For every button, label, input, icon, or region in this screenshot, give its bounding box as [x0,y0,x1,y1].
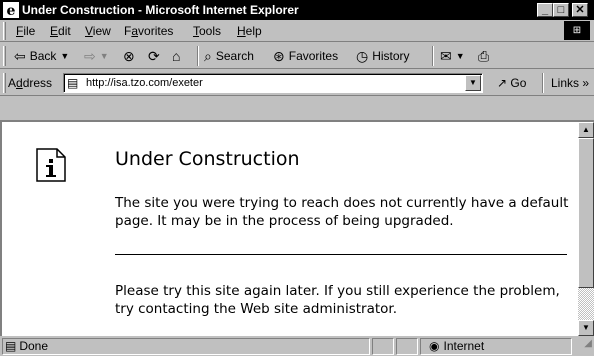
scroll-thumb[interactable] [578,138,594,288]
page-message: The site you were trying to reach does n… [115,195,569,229]
search-label: Search [215,49,254,63]
refresh-button[interactable]: ⟳ [148,47,164,65]
menu-file[interactable]: File [16,24,35,38]
status-text-pane: ▤ Done [2,338,370,355]
mail-button[interactable]: ✉ ▼ [440,47,465,65]
vertical-scrollbar[interactable]: ▲ ▼ [578,122,594,336]
browser-window: e Under Construction - Microsoft Interne… [0,0,594,356]
menubar-grip[interactable] [3,22,6,40]
go-label: Go [510,76,527,90]
favorites-button[interactable]: ⊛ Favorites [273,47,338,65]
menu-help[interactable]: Help [237,24,262,38]
status-pane-lock [396,338,418,355]
toolbar-separator [542,73,544,93]
svg-text:e: e [7,3,16,18]
status-zone: Internet [443,339,485,353]
stop-icon: ⊗ [123,48,135,64]
go-button[interactable]: ↗ Go [497,76,526,90]
back-label: Back [29,49,57,63]
scroll-down-button[interactable]: ▼ [578,320,594,336]
print-button[interactable]: ⎙ [478,47,493,65]
status-bar: ▤ Done ◉ Internet ◢ [0,336,594,356]
title-bar[interactable]: e Under Construction - Microsoft Interne… [0,0,594,20]
info-document-icon [36,148,66,182]
minimize-button[interactable]: _ [537,3,553,17]
home-icon: ⌂ [172,48,181,64]
toolbar-grip[interactable] [3,46,6,66]
standard-toolbar: ⇦ Back ▼ ⇨ ▼ ⊗ ⟳ ⌂ ⌕ Search ⊛ Favorites … [0,43,594,69]
page-status-icon: ▤ [5,339,17,353]
search-icon: ⌕ [204,48,212,64]
address-label: Address [8,76,53,90]
close-button[interactable]: ✕ [572,3,588,17]
toolbar-separator [432,46,434,66]
back-arrow-icon: ⇦ [14,48,26,64]
links-button[interactable]: Links » [551,76,589,90]
status-text: Done [19,339,49,353]
page-content: Under Construction The site you were try… [2,122,576,336]
mail-icon: ✉ [440,48,452,64]
page-heading: Under Construction [115,148,300,170]
maximize-button[interactable]: □ [553,3,569,17]
history-button[interactable]: ◷ History [356,47,410,65]
address-bar: Address ▤ http://isa.tzo.com/exeter ▼ ↗ … [0,70,594,96]
page-icon: ▤ [67,76,79,90]
favorites-label: Favorites [288,49,339,63]
status-zone-pane: ◉ Internet [420,338,572,355]
forward-arrow-icon: ⇨ [84,48,96,64]
back-button[interactable]: ⇦ Back ▼ [14,47,69,65]
content-frame: Under Construction The site you were try… [0,120,594,336]
print-icon: ⎙ [478,48,490,64]
forward-dropdown-icon[interactable]: ▼ [100,51,109,61]
addressbar-grip[interactable] [3,73,6,93]
search-button[interactable]: ⌕ Search [204,47,254,65]
status-pane-progress [372,338,394,355]
refresh-icon: ⟳ [148,48,160,64]
menu-favorites[interactable]: Favorites [124,24,173,38]
windows-logo-icon: ⊞ [564,21,590,40]
toolbar-separator [197,46,199,66]
menu-bar: File Edit View Favorites Tools Help ⊞ [0,20,594,42]
address-dropdown-button[interactable]: ▼ [465,75,481,91]
address-url: http://isa.tzo.com/exeter [86,77,203,89]
history-icon: ◷ [356,48,369,64]
forward-button[interactable]: ⇨ ▼ [84,47,109,65]
menu-view[interactable]: View [85,24,111,38]
mail-dropdown-icon[interactable]: ▼ [456,51,465,61]
stop-button[interactable]: ⊗ [123,47,139,65]
horizontal-rule [115,254,567,255]
ie-logo-icon: e [3,2,19,18]
history-label: History [372,49,410,63]
home-button[interactable]: ⌂ [172,47,184,65]
menu-edit[interactable]: Edit [50,24,71,38]
window-title: Under Construction - Microsoft Internet … [22,3,299,17]
go-arrow-icon: ↗ [497,76,508,90]
back-dropdown-icon[interactable]: ▼ [60,51,69,61]
globe-icon: ◉ [429,339,440,353]
menu-tools[interactable]: Tools [193,24,221,38]
favorites-icon: ⊛ [273,48,285,64]
page-advice: Please try this site again later. If you… [115,283,560,317]
address-input[interactable]: ▤ http://isa.tzo.com/exeter ▼ [63,73,483,93]
scroll-up-button[interactable]: ▲ [578,122,594,138]
resize-grip-icon[interactable]: ◢ [576,338,592,355]
